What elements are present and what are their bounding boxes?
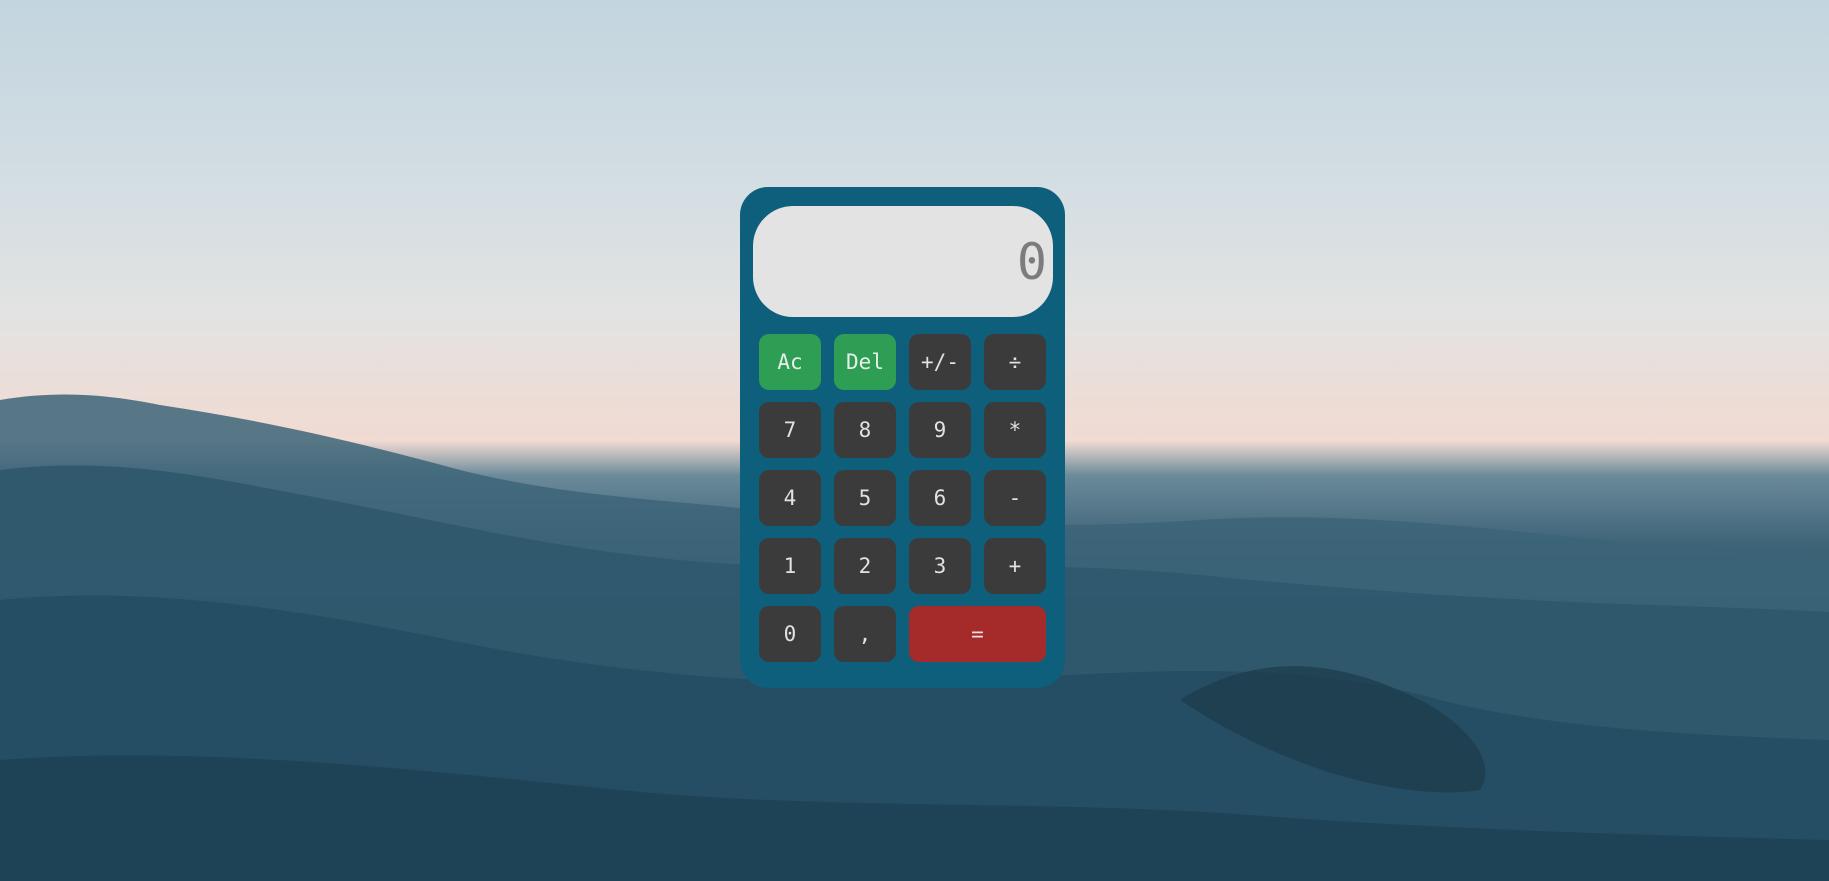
multiply-button[interactable]: * [984,402,1046,458]
digit-6-button[interactable]: 6 [909,470,971,526]
digit-3-button[interactable]: 3 [909,538,971,594]
digit-7-button[interactable]: 7 [759,402,821,458]
digit-9-button[interactable]: 9 [909,402,971,458]
delete-button[interactable]: Del [834,334,896,390]
divide-button[interactable]: ÷ [984,334,1046,390]
decimal-comma-button[interactable]: , [834,606,896,662]
calculator-display: 0 [753,206,1053,317]
keypad: Ac Del +/- ÷ 7 8 9 * 4 5 6 - 1 2 3 + 0 ,… [759,334,1047,662]
digit-2-button[interactable]: 2 [834,538,896,594]
add-button[interactable]: + [984,538,1046,594]
all-clear-button[interactable]: Ac [759,334,821,390]
digit-5-button[interactable]: 5 [834,470,896,526]
digit-1-button[interactable]: 1 [759,538,821,594]
display-value: 0 [1016,232,1047,291]
digit-4-button[interactable]: 4 [759,470,821,526]
toggle-sign-button[interactable]: +/- [909,334,971,390]
equals-button[interactable]: = [909,606,1046,662]
digit-8-button[interactable]: 8 [834,402,896,458]
subtract-button[interactable]: - [984,470,1046,526]
digit-0-button[interactable]: 0 [759,606,821,662]
calculator: 0 Ac Del +/- ÷ 7 8 9 * 4 5 6 - 1 2 3 + 0… [740,187,1065,688]
